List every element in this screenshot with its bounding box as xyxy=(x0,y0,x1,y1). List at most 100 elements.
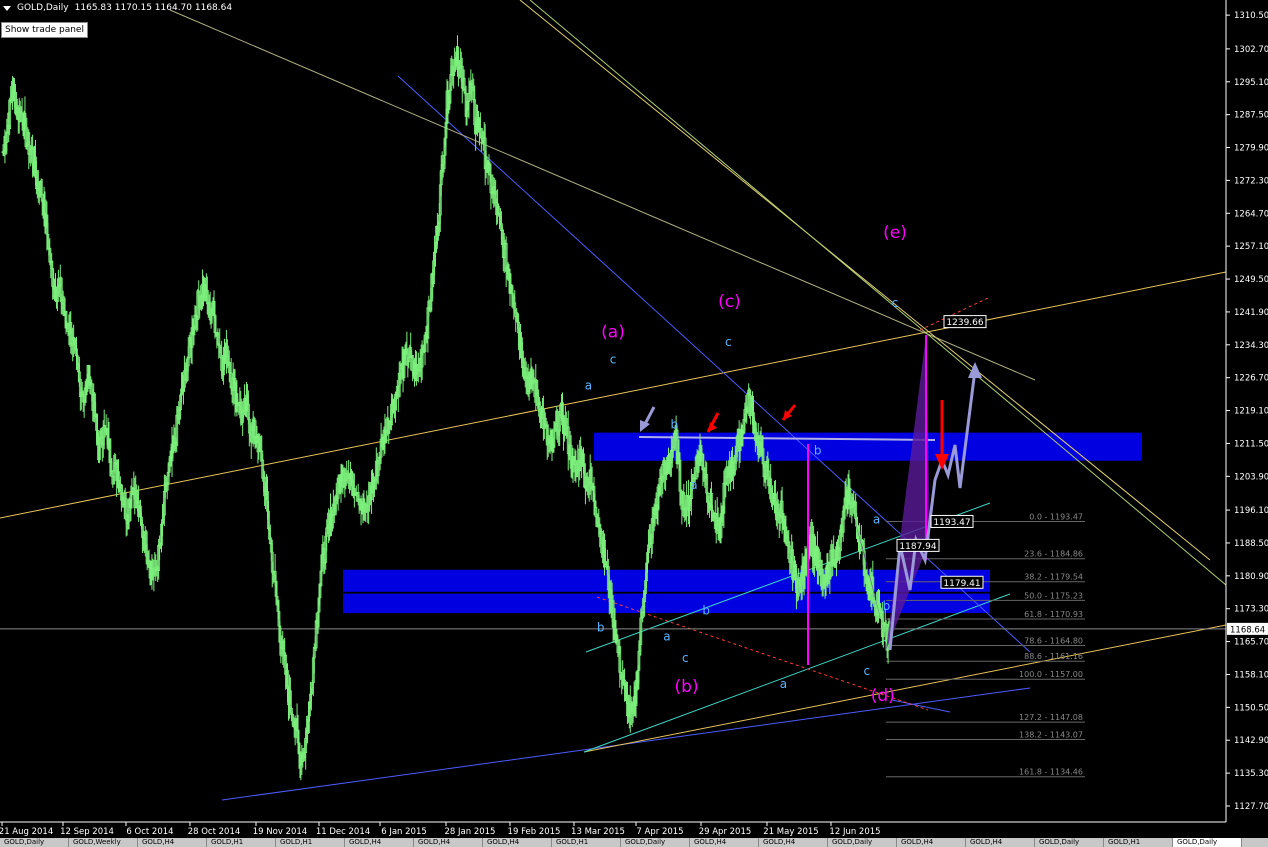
y-tick-label: 1173.30 xyxy=(1234,605,1268,615)
y-tick-label: 1241.90 xyxy=(1234,308,1268,318)
chart-tab[interactable]: GOLD,H4 xyxy=(759,838,828,847)
y-tick-label: 1249.50 xyxy=(1234,275,1268,285)
x-tick-label: 13 Mar 2015 xyxy=(571,827,625,837)
wave-label: a xyxy=(780,677,787,691)
y-tick-label: 1150.50 xyxy=(1234,703,1268,713)
y-tick-label: 1165.70 xyxy=(1234,638,1268,648)
chart-tab[interactable]: GOLD,H4 xyxy=(690,838,759,847)
x-tick-label: 19 Nov 2014 xyxy=(253,827,307,837)
chart-symbol-title: GOLD,Daily xyxy=(17,3,69,13)
chart-tab[interactable]: GOLD,H4 xyxy=(414,838,483,847)
wave-label: (e) xyxy=(883,223,907,243)
wave-label: a xyxy=(663,629,670,643)
wave-label: b xyxy=(597,621,605,635)
fib-level-label: 88.6 - 1161.16 xyxy=(1024,652,1083,661)
fib-level-label: 100.0 - 1157.00 xyxy=(1019,670,1083,679)
chart-tab-bar: GOLD,Daily GOLD,Weekly GOLD,H4 GOLD,H1 GOLD,… xyxy=(0,838,1268,847)
x-tick-label: 28 Oct 2014 xyxy=(188,827,241,837)
wave-label: (a) xyxy=(601,322,625,342)
x-tick-label: 11 Dec 2014 xyxy=(316,827,370,837)
y-tick-label: 1287.50 xyxy=(1234,111,1268,121)
current-price-label: 1168.64 xyxy=(1230,625,1265,635)
x-tick-label: 6 Oct 2014 xyxy=(126,827,173,837)
wave-label: c xyxy=(725,335,732,349)
price-tag-label: 1239.66 xyxy=(946,318,983,328)
y-tick-label: 1127.70 xyxy=(1234,802,1268,812)
price-tag-label: 1193.47 xyxy=(933,518,970,528)
y-tick-label: 1257.10 xyxy=(1234,242,1268,252)
chart-tab[interactable]: GOLD,H1 xyxy=(207,838,276,847)
x-tick-label: 7 Apr 2015 xyxy=(636,827,683,837)
chart-tab[interactable]: GOLD,Daily xyxy=(1035,838,1104,847)
wave-label: c xyxy=(892,296,899,310)
wave-label: a xyxy=(873,512,880,526)
y-tick-label: 1302.70 xyxy=(1234,45,1268,55)
support-resistance-zone xyxy=(343,569,990,592)
wave-label: b xyxy=(670,417,678,431)
chart-tab[interactable]: GOLD,Daily xyxy=(828,838,897,847)
chart-tab[interactable]: GOLD,H1 xyxy=(1104,838,1173,847)
chart-tab[interactable]: GOLD,H1 xyxy=(552,838,621,847)
chart-tab[interactable]: GOLD,H4 xyxy=(897,838,966,847)
fib-level-label: 78.6 - 1164.80 xyxy=(1024,636,1083,645)
y-tick-label: 1211.50 xyxy=(1234,439,1268,449)
fib-level-label: 50.0 - 1175.23 xyxy=(1024,591,1083,600)
y-tick-label: 1264.70 xyxy=(1234,209,1268,219)
wave-label: a xyxy=(585,378,592,392)
y-tick-label: 1234.30 xyxy=(1234,341,1268,351)
chart-ohlc-values: 1165.83 1170.15 1164.70 1168.64 xyxy=(74,3,233,13)
price-tag-label: 1187.94 xyxy=(899,542,936,552)
y-tick-label: 1272.30 xyxy=(1234,176,1268,186)
y-tick-label: 1188.50 xyxy=(1234,539,1268,549)
x-tick-label: 6 Jan 2015 xyxy=(381,827,427,837)
wave-label: b xyxy=(702,603,710,617)
y-tick-label: 1310.50 xyxy=(1234,11,1268,21)
wave-label: b xyxy=(814,443,822,457)
y-tick-label: 1142.90 xyxy=(1234,736,1268,746)
wave-label: (b) xyxy=(675,677,699,697)
y-tick-label: 1158.10 xyxy=(1234,670,1268,680)
chart-tab[interactable]: GOLD,Weekly xyxy=(69,838,138,847)
wave-label: c xyxy=(863,664,870,678)
chart-tab[interactable]: GOLD,H4 xyxy=(345,838,414,847)
x-tick-label: 12 Sep 2014 xyxy=(60,827,114,837)
fib-level-label: 38.2 - 1179.54 xyxy=(1024,573,1083,582)
y-tick-label: 1203.90 xyxy=(1234,472,1268,482)
y-tick-label: 1135.30 xyxy=(1234,769,1268,779)
wave-label: (d) xyxy=(871,686,895,706)
wave-label: b xyxy=(883,599,891,613)
fib-level-label: 61.8 - 1170.93 xyxy=(1024,610,1083,619)
y-tick-label: 1279.90 xyxy=(1234,144,1268,154)
fib-level-label: 127.2 - 1147.08 xyxy=(1019,713,1083,722)
chart-tab[interactable]: GOLD,Daily xyxy=(0,838,69,847)
chart-tab[interactable]: GOLD,Daily xyxy=(621,838,690,847)
wave-label: c xyxy=(682,651,689,665)
price-chart[interactable]: 0.0 - 1193.47 23.6 - 1184.86 38.2 - 1179.5… xyxy=(0,0,1268,847)
wave-label: c xyxy=(610,352,617,366)
fib-level-label: 23.6 - 1184.86 xyxy=(1024,550,1083,559)
fib-level-label: 138.2 - 1143.07 xyxy=(1019,730,1083,739)
chart-tab[interactable]: GOLD,Daily xyxy=(1173,838,1242,847)
x-tick-label: 28 Jan 2015 xyxy=(445,827,496,837)
wave-label: (c) xyxy=(718,292,741,312)
y-tick-label: 1196.10 xyxy=(1234,506,1268,516)
chart-tab[interactable]: GOLD,H4 xyxy=(966,838,1035,847)
x-tick-label: 19 Feb 2015 xyxy=(508,827,561,837)
x-tick-label: 21 May 2015 xyxy=(763,827,818,837)
chart-tab[interactable]: GOLD,H1 xyxy=(276,838,345,847)
price-tag-label: 1179.41 xyxy=(943,579,980,589)
fib-level-label: 0.0 - 1193.47 xyxy=(1029,512,1083,521)
y-tick-label: 1226.70 xyxy=(1234,374,1268,384)
wave-label: a xyxy=(690,478,697,492)
x-tick-label: 12 Jun 2015 xyxy=(829,827,880,837)
chart-header: GOLD,Daily 1165.83 1170.15 1164.70 1168.… xyxy=(0,0,232,16)
chevron-down-icon[interactable] xyxy=(3,5,11,11)
show-trade-panel-button[interactable]: Show trade panel xyxy=(1,22,88,38)
chart-tab[interactable]: GOLD,H4 xyxy=(138,838,207,847)
chart-tab[interactable]: GOLD,H4 xyxy=(483,838,552,847)
x-tick-label: 29 Apr 2015 xyxy=(699,827,752,837)
y-tick-label: 1295.10 xyxy=(1234,78,1268,88)
x-tick-label: 21 Aug 2014 xyxy=(0,827,53,837)
fib-level-label: 161.8 - 1134.46 xyxy=(1019,768,1083,777)
y-tick-label: 1219.10 xyxy=(1234,407,1268,417)
